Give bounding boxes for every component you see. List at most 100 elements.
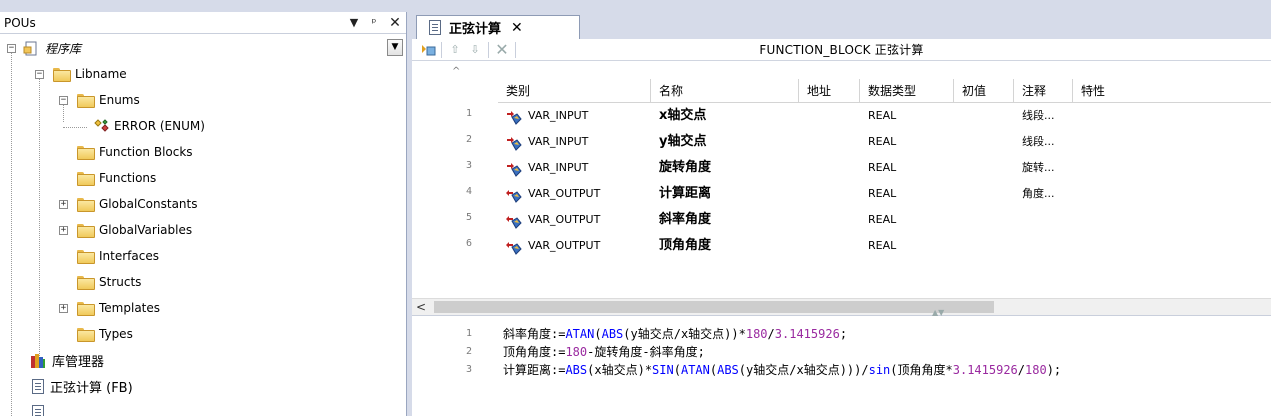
cell-attr[interactable]: [1073, 233, 1081, 259]
cell-address[interactable]: [799, 129, 807, 155]
tree-item-function-blocks[interactable]: Function Blocks: [0, 140, 193, 164]
cell-comment[interactable]: 线段...: [1014, 103, 1055, 129]
table-row[interactable]: VAR_OUTPUT 顶角角度 REAL: [498, 233, 1271, 259]
panel-menu-arrow-icon[interactable]: ▼: [344, 16, 364, 29]
tree-item-library-manager[interactable]: 库管理器: [0, 348, 104, 372]
cell-type[interactable]: REAL: [860, 103, 896, 129]
pin-icon[interactable]: ᵖ: [364, 16, 384, 29]
code-token: /: [767, 327, 775, 341]
cell-type[interactable]: REAL: [860, 181, 896, 207]
horizontal-scrollbar[interactable]: <: [412, 298, 1271, 315]
collapse-icon[interactable]: −: [59, 96, 68, 105]
cell-attr[interactable]: [1073, 207, 1081, 233]
scrollbar-thumb[interactable]: [434, 301, 994, 313]
table-row[interactable]: VAR_OUTPUT 计算距离 REAL 角度...: [498, 181, 1271, 207]
cell-type[interactable]: REAL: [860, 233, 896, 259]
cell-init[interactable]: [954, 129, 962, 155]
project-icon: [23, 41, 39, 56]
cell-type[interactable]: REAL: [860, 207, 896, 233]
collapse-icon[interactable]: −: [7, 44, 16, 53]
column-header-name[interactable]: 名称: [651, 79, 799, 103]
expand-icon[interactable]: +: [59, 304, 68, 313]
code-number: 3.1415926: [774, 327, 840, 341]
tree-item-functions[interactable]: Functions: [0, 166, 156, 190]
library-manager-icon: [30, 353, 46, 368]
cell-init[interactable]: [954, 207, 962, 233]
cell-address[interactable]: [799, 233, 807, 259]
cell-comment[interactable]: 角度...: [1014, 181, 1055, 207]
tree-item-types[interactable]: Types: [0, 322, 133, 346]
cell-category[interactable]: VAR_INPUT: [498, 103, 588, 129]
expand-icon[interactable]: +: [59, 200, 68, 209]
cell-type[interactable]: REAL: [860, 129, 896, 155]
splitter-grip-icon[interactable]: ▲▼: [932, 308, 944, 317]
cell-name[interactable]: 顶角角度: [651, 233, 711, 259]
tree-item-global-variables[interactable]: + GlobalVariables: [0, 218, 192, 242]
tree-dropdown-arrow-icon[interactable]: ▼: [387, 39, 403, 56]
scroll-left-icon[interactable]: <: [416, 300, 426, 314]
declaration-table: ^ 类别 名称 地址 数据类型 初值 注释 特性 1 VAR_INPUT x轴交点 R…: [412, 61, 1271, 337]
table-row[interactable]: VAR_INPUT x轴交点 REAL 线段...: [498, 103, 1271, 129]
cell-init[interactable]: [954, 103, 962, 129]
tree-item-templates[interactable]: + Templates: [0, 296, 160, 320]
cell-address[interactable]: [799, 103, 807, 129]
sort-caret-icon[interactable]: ^: [452, 66, 460, 77]
cell-name[interactable]: 斜率角度: [651, 207, 711, 233]
tree-item-label: Interfaces: [99, 249, 159, 263]
cell-comment[interactable]: 线段...: [1014, 129, 1055, 155]
window-top-strip: [0, 0, 1271, 12]
table-row[interactable]: VAR_INPUT y轴交点 REAL 线段...: [498, 129, 1271, 155]
cell-name[interactable]: 计算距离: [651, 181, 711, 207]
tab-close-icon[interactable]: ✕: [511, 20, 523, 36]
cell-comment[interactable]: 旋转...: [1014, 155, 1055, 181]
tree-item-label: 程序库: [45, 41, 82, 56]
folder-icon: [77, 172, 95, 186]
tree-item-structs[interactable]: Structs: [0, 270, 141, 294]
tree-item-label: GlobalConstants: [99, 197, 198, 211]
code-token: (y轴交点/x轴交点)))/: [738, 363, 869, 377]
tree-item-error-enum[interactable]: ERROR (ENUM): [0, 114, 205, 138]
cell-category[interactable]: VAR_INPUT: [498, 129, 588, 155]
expand-icon[interactable]: +: [59, 226, 68, 235]
tree-item-interfaces[interactable]: Interfaces: [0, 244, 159, 268]
cell-name[interactable]: 旋转角度: [651, 155, 711, 181]
table-row[interactable]: VAR_OUTPUT 斜率角度 REAL: [498, 207, 1271, 233]
cell-category[interactable]: VAR_INPUT: [498, 155, 588, 181]
cell-name[interactable]: x轴交点: [651, 103, 706, 129]
cell-category[interactable]: VAR_OUTPUT: [498, 207, 600, 233]
code-editor[interactable]: 1 斜率角度:=ATAN(ABS(y轴交点/x轴交点))*180/3.141592…: [412, 319, 1271, 416]
cell-comment[interactable]: [1014, 233, 1022, 259]
table-row[interactable]: VAR_INPUT 旋转角度 REAL 旋转...: [498, 155, 1271, 181]
cell-attr[interactable]: [1073, 155, 1081, 181]
panel-close-icon[interactable]: ✕: [384, 15, 406, 31]
tree-item-libname[interactable]: − Libname: [0, 62, 127, 86]
cell-category[interactable]: VAR_OUTPUT: [498, 233, 600, 259]
cell-attr[interactable]: [1073, 129, 1081, 155]
column-header-address[interactable]: 地址: [799, 79, 860, 103]
cell-address[interactable]: [799, 207, 807, 233]
column-header-category[interactable]: 类别: [498, 79, 651, 103]
tree-item-sine-calc-fb[interactable]: 正弦计算 (FB): [0, 374, 133, 398]
tree-item-program-library[interactable]: − 程序库 ▼: [0, 36, 405, 60]
cell-category[interactable]: VAR_OUTPUT: [498, 181, 600, 207]
collapse-icon[interactable]: −: [35, 70, 44, 79]
column-header-data-type[interactable]: 数据类型: [860, 79, 954, 103]
tab-sine-calc[interactable]: 正弦计算 ✕: [416, 15, 580, 39]
tree-item-enums[interactable]: − Enums: [0, 88, 140, 112]
cell-address[interactable]: [799, 181, 807, 207]
cell-init[interactable]: [954, 155, 962, 181]
cell-attr[interactable]: [1073, 103, 1081, 129]
cell-address[interactable]: [799, 155, 807, 181]
cell-attr[interactable]: [1073, 181, 1081, 207]
column-header-init[interactable]: 初值: [954, 79, 1014, 103]
cell-type[interactable]: REAL: [860, 155, 896, 181]
cell-comment[interactable]: [1014, 207, 1022, 233]
code-keyword: ABS: [565, 363, 588, 377]
tree-item-global-constants[interactable]: + GlobalConstants: [0, 192, 197, 216]
cell-name[interactable]: y轴交点: [651, 129, 706, 155]
column-header-attributes[interactable]: 特性: [1073, 79, 1271, 103]
column-header-comment[interactable]: 注释: [1014, 79, 1073, 103]
cell-init[interactable]: [954, 233, 962, 259]
cell-init[interactable]: [954, 181, 962, 207]
tree-item-partial[interactable]: [0, 400, 50, 416]
